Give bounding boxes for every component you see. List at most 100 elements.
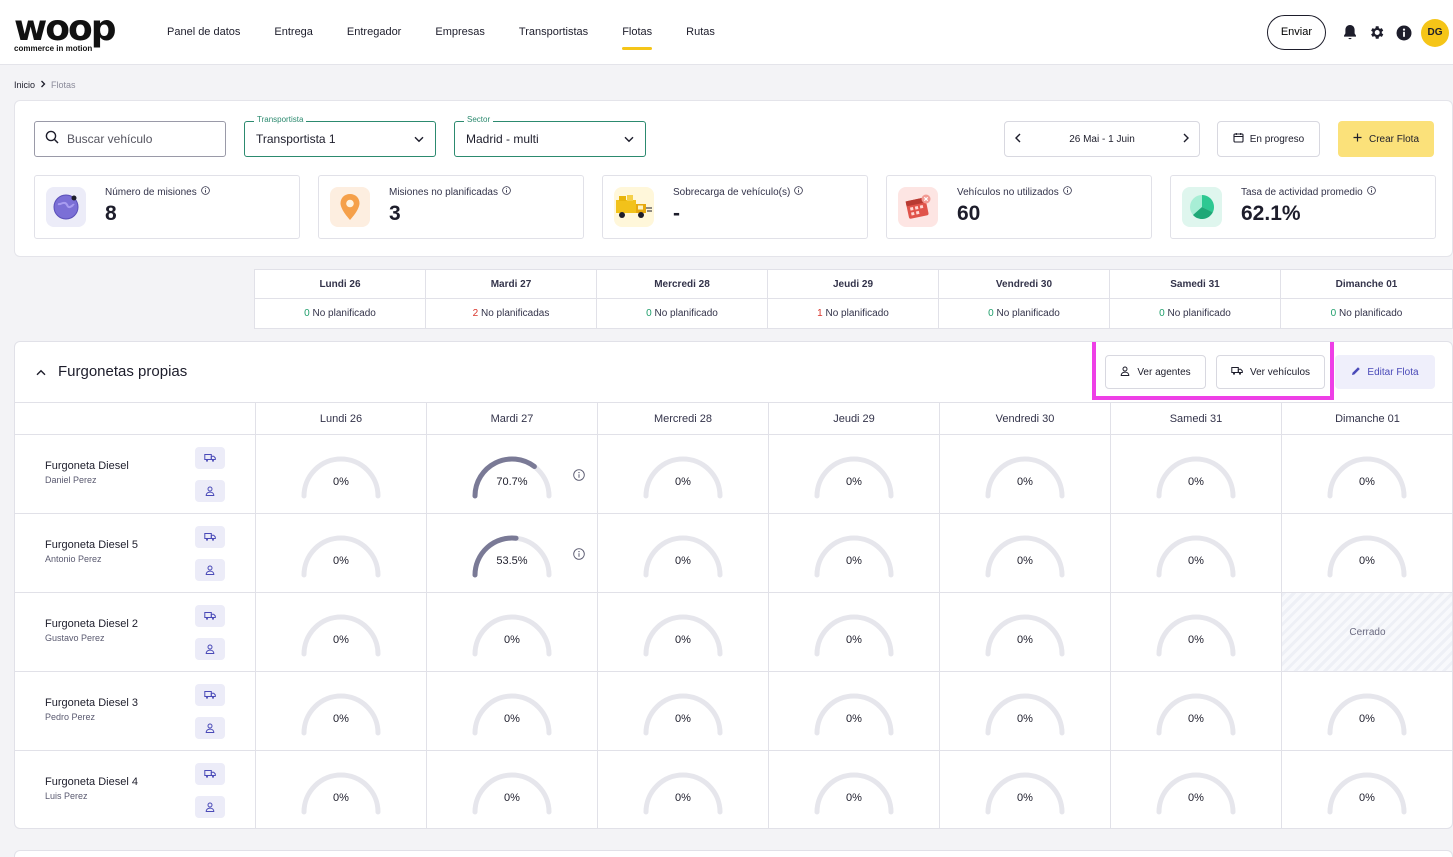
day-load-cell[interactable]: 0% bbox=[256, 593, 427, 671]
day-load-cell[interactable]: 0% bbox=[1282, 514, 1452, 592]
view-vehicles-button[interactable]: Ver vehículos bbox=[1216, 355, 1325, 389]
unplanned-cell[interactable]: 2 No planificadas bbox=[426, 299, 596, 329]
gauge-value: 70.7% bbox=[496, 476, 528, 488]
info-icon[interactable] bbox=[1062, 186, 1072, 198]
unplanned-cell[interactable]: 0 No planificado bbox=[597, 299, 767, 329]
edit-fleet-button[interactable]: Editar Flota bbox=[1335, 355, 1435, 389]
pie-icon bbox=[1182, 187, 1222, 227]
send-button[interactable]: Enviar bbox=[1266, 15, 1326, 50]
vehicle-truck-button[interactable] bbox=[195, 447, 225, 469]
breadcrumb-home[interactable]: Inicio bbox=[14, 80, 35, 90]
day-load-cell[interactable]: 0% bbox=[940, 593, 1111, 671]
vehicle-truck-button[interactable] bbox=[195, 526, 225, 548]
gauge-value: 0% bbox=[504, 634, 520, 646]
vehicle-truck-button[interactable] bbox=[195, 684, 225, 706]
vehicle-name[interactable]: Furgoneta Diesel bbox=[45, 460, 129, 472]
vehicle-name[interactable]: Furgoneta Diesel 2 bbox=[45, 618, 138, 630]
closed-day: Cerrado bbox=[1282, 593, 1452, 671]
nav-item-rutas[interactable]: Rutas bbox=[669, 0, 732, 65]
nav-item-flotas[interactable]: Flotas bbox=[605, 0, 669, 65]
day-load-cell[interactable]: 0% bbox=[598, 751, 769, 828]
info-icon[interactable] bbox=[502, 186, 511, 198]
chevron-up-icon[interactable] bbox=[36, 363, 46, 380]
info-icon[interactable] bbox=[573, 547, 585, 565]
unplanned-cell[interactable]: 0 No planificado bbox=[1281, 299, 1452, 329]
vehicle-agent-button[interactable] bbox=[195, 480, 225, 502]
previous-week-button[interactable] bbox=[1014, 132, 1022, 146]
info-icon[interactable] bbox=[200, 186, 210, 198]
day-load-cell[interactable]: 0% bbox=[427, 751, 598, 828]
day-load-cell[interactable]: 0% bbox=[256, 435, 427, 513]
status-filter-button[interactable]: En progreso bbox=[1217, 121, 1320, 157]
info-icon[interactable] bbox=[573, 468, 585, 486]
day-load-cell[interactable]: 0% bbox=[427, 672, 598, 750]
bell-icon[interactable] bbox=[1340, 23, 1359, 42]
day-load-cell[interactable]: 0% bbox=[427, 593, 598, 671]
create-fleet-label: Crear Flota bbox=[1368, 133, 1419, 145]
nav-item-empresas[interactable]: Empresas bbox=[418, 0, 502, 65]
create-fleet-button[interactable]: Crear Flota bbox=[1338, 121, 1434, 157]
day-load-cell[interactable]: 0% bbox=[598, 593, 769, 671]
day-load-cell[interactable]: 0% bbox=[769, 751, 940, 828]
day-load-cell[interactable]: 0% bbox=[769, 672, 940, 750]
date-range-label[interactable]: 26 Mai - 1 Juin bbox=[1069, 134, 1135, 145]
vehicle-name[interactable]: Furgoneta Diesel 4 bbox=[45, 776, 138, 788]
vehicle-agent-button[interactable] bbox=[195, 559, 225, 581]
gauge-value: 0% bbox=[846, 634, 862, 646]
load-gauge: 0% bbox=[1155, 533, 1237, 579]
day-load-cell[interactable]: 0% bbox=[769, 593, 940, 671]
day-load-cell[interactable]: 0% bbox=[256, 751, 427, 828]
day-load-cell[interactable]: 0% bbox=[256, 514, 427, 592]
user-avatar[interactable]: DG bbox=[1421, 18, 1449, 47]
day-load-cell[interactable]: 0% bbox=[598, 514, 769, 592]
vehicle-truck-button[interactable] bbox=[195, 605, 225, 627]
vehicle-name[interactable]: Furgoneta Diesel 5 bbox=[45, 539, 138, 551]
day-load-cell[interactable]: 0% bbox=[769, 435, 940, 513]
info-icon[interactable] bbox=[1394, 23, 1413, 42]
vehicle-name[interactable]: Furgoneta Diesel 3 bbox=[45, 697, 138, 709]
day-load-cell[interactable]: 0% bbox=[1282, 672, 1452, 750]
gauge-value: 0% bbox=[333, 555, 349, 567]
view-agents-button[interactable]: Ver agentes bbox=[1105, 355, 1206, 389]
nav-item-panel-de-datos[interactable]: Panel de datos bbox=[150, 0, 257, 65]
vehicle-agent-button[interactable] bbox=[195, 796, 225, 818]
search-input[interactable] bbox=[67, 132, 217, 146]
day-load-cell[interactable]: 0% bbox=[256, 672, 427, 750]
day-load-cell[interactable]: 0% bbox=[940, 672, 1111, 750]
day-load-cell[interactable]: 0% bbox=[1111, 672, 1282, 750]
unplanned-cell[interactable]: 0 No planificado bbox=[1110, 299, 1280, 329]
day-load-cell[interactable]: 0% bbox=[1282, 435, 1452, 513]
woop-logo[interactable]: woop commerce in motion bbox=[14, 11, 124, 54]
info-icon[interactable] bbox=[1366, 186, 1376, 198]
vehicle-agent-button[interactable] bbox=[195, 638, 225, 660]
person-icon bbox=[205, 565, 215, 575]
day-load-cell[interactable]: 0% bbox=[1111, 751, 1282, 828]
carrier-select[interactable]: Transportista Transportista 1 bbox=[244, 115, 436, 157]
day-load-cell[interactable]: 53.5% bbox=[427, 514, 598, 592]
day-load-cell[interactable]: 0% bbox=[940, 751, 1111, 828]
day-load-cell[interactable]: 0% bbox=[769, 514, 940, 592]
nav-item-entrega[interactable]: Entrega bbox=[257, 0, 330, 65]
nav-item-entregador[interactable]: Entregador bbox=[330, 0, 418, 65]
unplanned-cell[interactable]: 1 No planificado bbox=[768, 299, 938, 329]
unplanned-cell[interactable]: 0 No planificado bbox=[939, 299, 1109, 329]
day-load-cell[interactable]: 0% bbox=[598, 435, 769, 513]
day-load-cell[interactable]: 0% bbox=[940, 435, 1111, 513]
unplanned-cell[interactable]: 0 No planificado bbox=[255, 299, 425, 329]
day-load-cell[interactable]: 0% bbox=[1282, 751, 1452, 828]
vehicle-truck-button[interactable] bbox=[195, 763, 225, 785]
gauge-value: 0% bbox=[1359, 792, 1375, 804]
day-load-cell[interactable]: 70.7% bbox=[427, 435, 598, 513]
day-load-cell[interactable]: Cerrado bbox=[1282, 593, 1452, 671]
sector-select[interactable]: Sector Madrid - multi bbox=[454, 115, 646, 157]
nav-item-transportistas[interactable]: Transportistas bbox=[502, 0, 605, 65]
vehicle-agent-button[interactable] bbox=[195, 717, 225, 739]
day-load-cell[interactable]: 0% bbox=[1111, 593, 1282, 671]
day-load-cell[interactable]: 0% bbox=[1111, 514, 1282, 592]
info-icon[interactable] bbox=[794, 186, 804, 198]
day-load-cell[interactable]: 0% bbox=[598, 672, 769, 750]
next-week-button[interactable] bbox=[1182, 132, 1190, 146]
gear-icon[interactable] bbox=[1367, 23, 1386, 42]
day-load-cell[interactable]: 0% bbox=[1111, 435, 1282, 513]
day-load-cell[interactable]: 0% bbox=[940, 514, 1111, 592]
